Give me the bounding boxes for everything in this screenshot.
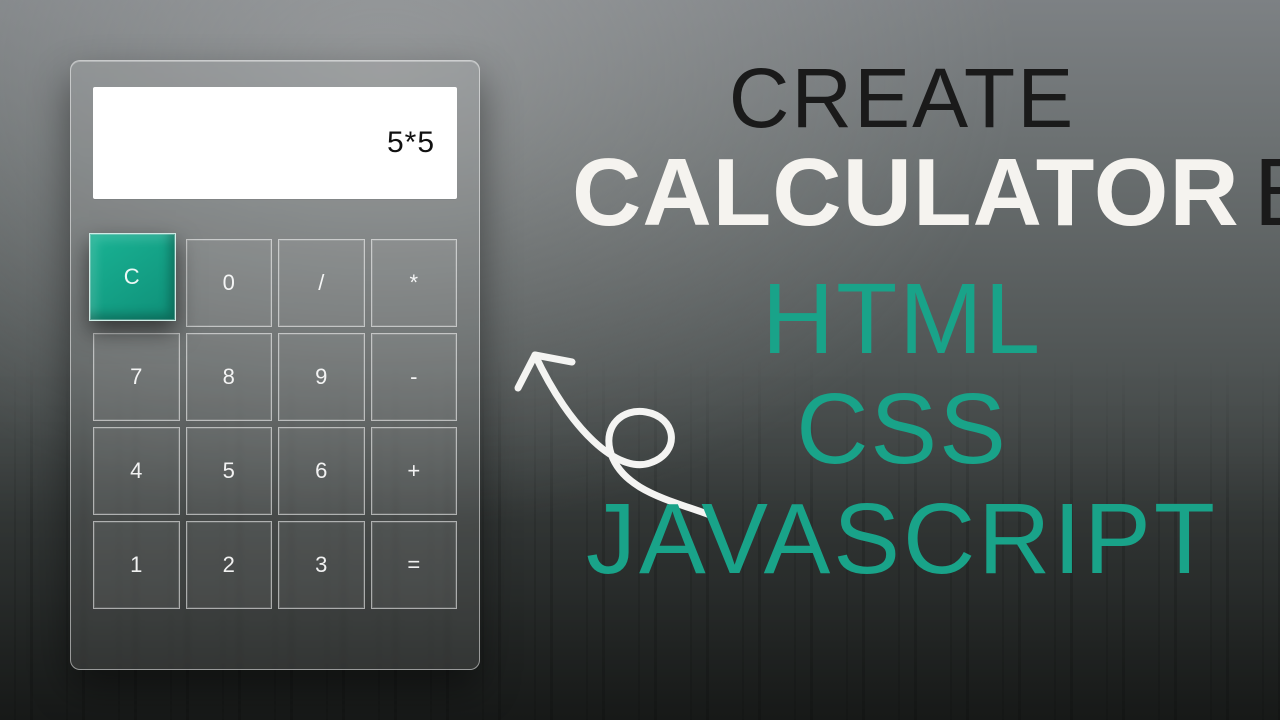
headline-line-css: CSS bbox=[572, 378, 1232, 480]
headline-word-by: BY bbox=[1254, 139, 1280, 246]
key-add[interactable]: + bbox=[371, 427, 458, 515]
calculator-panel: 5*5 C0/* 789- 456+123= bbox=[70, 60, 480, 670]
headline-line-html: HTML bbox=[572, 268, 1232, 370]
headline-line-javascript: JAVASCRIPT bbox=[572, 488, 1232, 590]
headline-line-calculator-by: CALCULATORBY bbox=[572, 144, 1232, 242]
calculator-display: 5*5 bbox=[93, 87, 457, 199]
key-digit-3[interactable]: 3 bbox=[278, 521, 365, 609]
calculator-keypad: C0/*789-456+123= bbox=[93, 239, 457, 643]
headline-word-calculator: CALCULATOR bbox=[572, 139, 1240, 246]
key-digit-6[interactable]: 6 bbox=[278, 427, 365, 515]
headline: CREATE CALCULATORBY HTML CSS JAVASCRIPT bbox=[572, 56, 1232, 590]
key-equals[interactable]: = bbox=[371, 521, 458, 609]
key-digit-9[interactable]: 9 bbox=[278, 333, 365, 421]
key-divide[interactable]: / bbox=[278, 239, 365, 327]
headline-line-create: CREATE bbox=[572, 56, 1232, 142]
key-digit-5[interactable]: 5 bbox=[186, 427, 273, 515]
key-subtract[interactable]: - bbox=[371, 333, 458, 421]
key-clear[interactable]: C bbox=[89, 233, 176, 321]
key-digit-8[interactable]: 8 bbox=[186, 333, 273, 421]
key-digit-0[interactable]: 0 bbox=[186, 239, 273, 327]
key-digit-2[interactable]: 2 bbox=[186, 521, 273, 609]
key-digit-4[interactable]: 4 bbox=[93, 427, 180, 515]
display-value: 5*5 bbox=[387, 126, 435, 160]
key-digit-7[interactable]: 7 bbox=[93, 333, 180, 421]
key-multiply[interactable]: * bbox=[371, 239, 458, 327]
key-digit-1[interactable]: 1 bbox=[93, 521, 180, 609]
